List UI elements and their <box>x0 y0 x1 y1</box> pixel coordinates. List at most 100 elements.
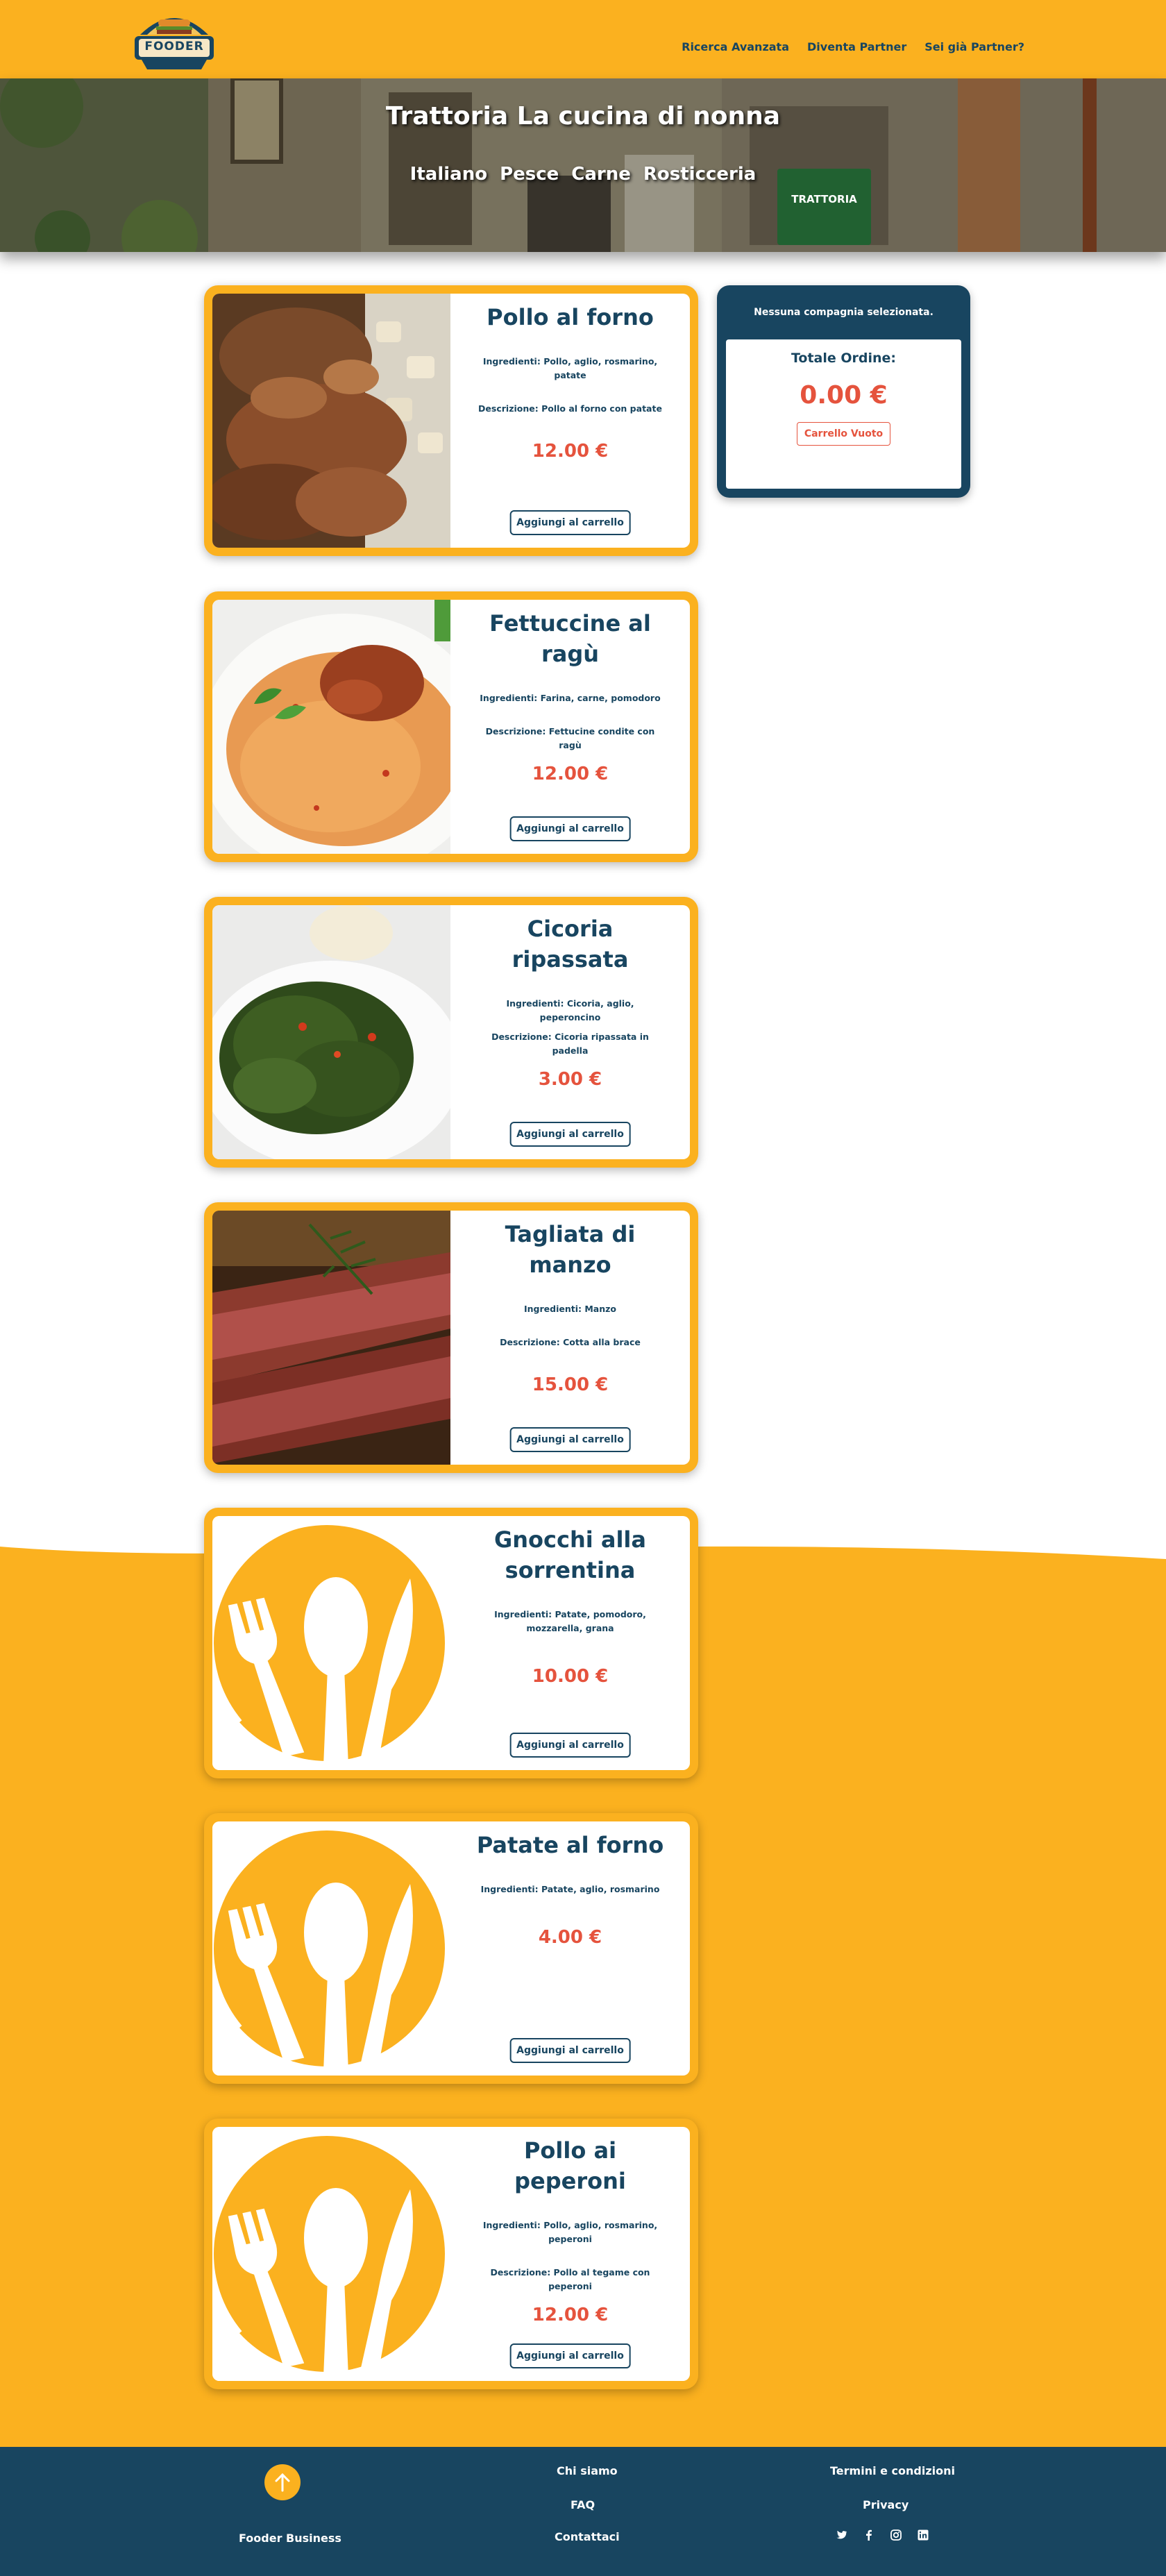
scroll-top-button[interactable] <box>264 2464 301 2500</box>
dish-info: Pollo al forno Ingredienti: Pollo, aglio,… <box>450 294 690 548</box>
dish-price: 12.00 € <box>532 2305 609 2325</box>
facebook-icon[interactable] <box>862 2528 876 2542</box>
footer-privacy[interactable]: Privacy <box>863 2498 909 2511</box>
cuisine-tags: Italiano Pesce Carne Rosticceria <box>0 164 1166 185</box>
dish-info: Gnocchi alla sorrentina Ingredienti: Pata… <box>450 1516 690 1770</box>
instagram-icon[interactable] <box>889 2528 903 2542</box>
nav-ricerca-avanzata[interactable]: Ricerca Avanzata <box>682 40 789 53</box>
cutlery-placeholder-icon <box>212 1821 450 2076</box>
dish-ingredients: Ingredienti: Farina, carne, pomodoro <box>480 693 661 703</box>
footer-business[interactable]: Fooder Business <box>239 2532 341 2545</box>
main-nav: Ricerca Avanzata Diventa Partner Sei già… <box>682 40 1024 53</box>
footer-chi-siamo[interactable]: Chi siamo <box>557 2464 618 2477</box>
dish-image <box>212 600 450 854</box>
hero-sign-text: TRATTORIA <box>791 193 857 205</box>
add-to-cart-button[interactable]: Aggiungi al carrello <box>509 510 631 535</box>
dish-ingredients: Ingredienti: Patate, pomodoro, mozzarell… <box>494 1609 646 1633</box>
add-to-cart-button[interactable]: Aggiungi al carrello <box>509 2038 631 2063</box>
dish-card-inner: Cicoria ripassata Ingredienti: Cicoria, a… <box>212 905 690 1159</box>
dish-price: 3.00 € <box>538 1069 602 1090</box>
footer-termini[interactable]: Termini e condizioni <box>830 2464 955 2477</box>
dish-price: 10.00 € <box>532 1666 609 1687</box>
nav-sei-gia-partner[interactable]: Sei già Partner? <box>924 40 1024 53</box>
dish-name: Tagliata di manzo <box>505 1221 636 1278</box>
dish-ingredients: Ingredienti: Cicoria, aglio, peperoncino <box>506 998 634 1022</box>
dish-image <box>212 1516 450 1770</box>
dish-card: Cicoria ripassata Ingredienti: Cicoria, a… <box>204 897 698 1168</box>
restaurant-title: Trattoria La cucina di nonna <box>385 102 781 131</box>
add-to-cart-button[interactable]: Aggiungi al carrello <box>509 816 631 841</box>
dish-image <box>212 1211 450 1465</box>
add-to-cart-button[interactable]: Aggiungi al carrello <box>509 2343 631 2368</box>
dish-description: Descrizione: Cicoria ripassata in padell… <box>491 1032 649 1056</box>
dish-info: Tagliata di manzo Ingredienti: Manzo Descr… <box>450 1211 690 1465</box>
fooder-logo[interactable]: FOODER <box>132 7 217 72</box>
logo-text: FOODER <box>144 40 204 53</box>
dish-card-inner: Fettuccine al ragù Ingredienti: Farina, c… <box>212 600 690 854</box>
dish-description: Descrizione: Pollo al forno con patate <box>478 403 662 414</box>
dish-price: 4.00 € <box>538 1927 602 1948</box>
cart-summary: Totale Ordine: 0.00 € Carrello Vuoto <box>726 339 961 489</box>
dish-card-inner: Patate al forno Ingredienti: Patate, agli… <box>212 1821 690 2076</box>
dish-description: Descrizione: Fettucine condite con ragù <box>485 726 655 750</box>
steak-photo <box>212 1211 450 1465</box>
add-to-cart-button[interactable]: Aggiungi al carrello <box>509 1733 631 1758</box>
nav-diventa-partner[interactable]: Diventa Partner <box>807 40 906 53</box>
cart-panel: Nessuna compagnia selezionata. Totale Or… <box>717 285 970 498</box>
dish-info: Cicoria ripassata Ingredienti: Cicoria, a… <box>450 905 690 1159</box>
dish-card-inner: Tagliata di manzo Ingredienti: Manzo Descr… <box>212 1211 690 1465</box>
footer-faq[interactable]: FAQ <box>571 2498 595 2511</box>
tag-carne[interactable]: Carne <box>571 164 631 185</box>
dish-card: Patate al forno Ingredienti: Patate, agli… <box>204 1813 698 2084</box>
dish-price: 12.00 € <box>532 441 609 462</box>
dish-name: Pollo al forno <box>487 304 654 330</box>
add-to-cart-button[interactable]: Aggiungi al carrello <box>509 1427 631 1452</box>
dish-name: Fettuccine al ragù <box>489 610 651 667</box>
cart-status: Nessuna compagnia selezionata. <box>754 307 933 318</box>
dish-price: 12.00 € <box>532 764 609 784</box>
chicory-photo <box>212 905 450 1159</box>
arrow-up-icon <box>275 2473 290 2492</box>
footer: Fooder Business Chi siamo FAQ Contattaci… <box>0 2447 1166 2576</box>
dish-name: Pollo ai peperoni <box>514 2137 626 2194</box>
cart-total-label: Totale Ordine: <box>791 351 897 366</box>
dish-info: Pollo ai peperoni Ingredienti: Pollo, agl… <box>450 2127 690 2381</box>
tag-pesce[interactable]: Pesce <box>500 164 559 185</box>
roast-chicken-photo <box>212 294 450 548</box>
dish-card: Pollo al forno Ingredienti: Pollo, aglio,… <box>204 285 698 556</box>
tag-italiano[interactable]: Italiano <box>410 164 487 185</box>
cutlery-placeholder-icon <box>212 1516 450 1770</box>
dish-card: Pollo ai peperoni Ingredienti: Pollo, agl… <box>204 2119 698 2389</box>
dish-card-inner: Pollo ai peperoni Ingredienti: Pollo, agl… <box>212 2127 690 2381</box>
dish-description: Descrizione: Pollo al tegame con peperon… <box>490 2267 650 2291</box>
add-to-cart-button[interactable]: Aggiungi al carrello <box>509 1122 631 1147</box>
pasta-photo <box>212 600 450 854</box>
dish-ingredients: Ingredienti: Pollo, aglio, rosmarino, pa… <box>482 356 658 380</box>
footer-contattaci[interactable]: Contattaci <box>555 2530 620 2543</box>
dish-info: Patate al forno Ingredienti: Patate, agli… <box>450 1821 690 2076</box>
dish-info: Fettuccine al ragù Ingredienti: Farina, c… <box>450 600 690 854</box>
dish-name: Gnocchi alla sorrentina <box>494 1526 646 1583</box>
linkedin-icon[interactable] <box>916 2528 930 2542</box>
dish-price: 15.00 € <box>532 1374 609 1395</box>
dish-image <box>212 1821 450 2076</box>
tag-rosticceria[interactable]: Rosticceria <box>643 164 756 185</box>
empty-cart-button[interactable]: Carrello Vuoto <box>796 422 891 446</box>
dish-image <box>212 2127 450 2381</box>
dish-ingredients: Ingredienti: Pollo, aglio, rosmarino, pe… <box>482 2220 658 2244</box>
top-bar: FOODER Ricerca Avanzata Diventa Partner … <box>0 0 1166 78</box>
dish-image <box>212 294 450 548</box>
cart-total-value: 0.00 € <box>800 381 888 410</box>
dish-name: Cicoria ripassata <box>512 916 629 973</box>
hero-banner: TRATTORIA Trattoria La cucina di nonna I… <box>0 78 1166 252</box>
dish-card: Gnocchi alla sorrentina Ingredienti: Pata… <box>204 1508 698 1778</box>
dish-description: Descrizione: Cotta alla brace <box>500 1337 641 1347</box>
twitter-icon[interactable] <box>834 2528 848 2542</box>
dish-card-inner: Pollo al forno Ingredienti: Pollo, aglio,… <box>212 294 690 548</box>
dish-card: Tagliata di manzo Ingredienti: Manzo Descr… <box>204 1202 698 1473</box>
dish-card: Fettuccine al ragù Ingredienti: Farina, c… <box>204 591 698 862</box>
cutlery-placeholder-icon <box>212 2127 450 2381</box>
dish-name: Patate al forno <box>476 1832 664 1858</box>
dish-ingredients: Ingredienti: Patate, aglio, rosmarino <box>480 1884 660 1894</box>
dish-ingredients: Ingredienti: Manzo <box>524 1304 616 1314</box>
